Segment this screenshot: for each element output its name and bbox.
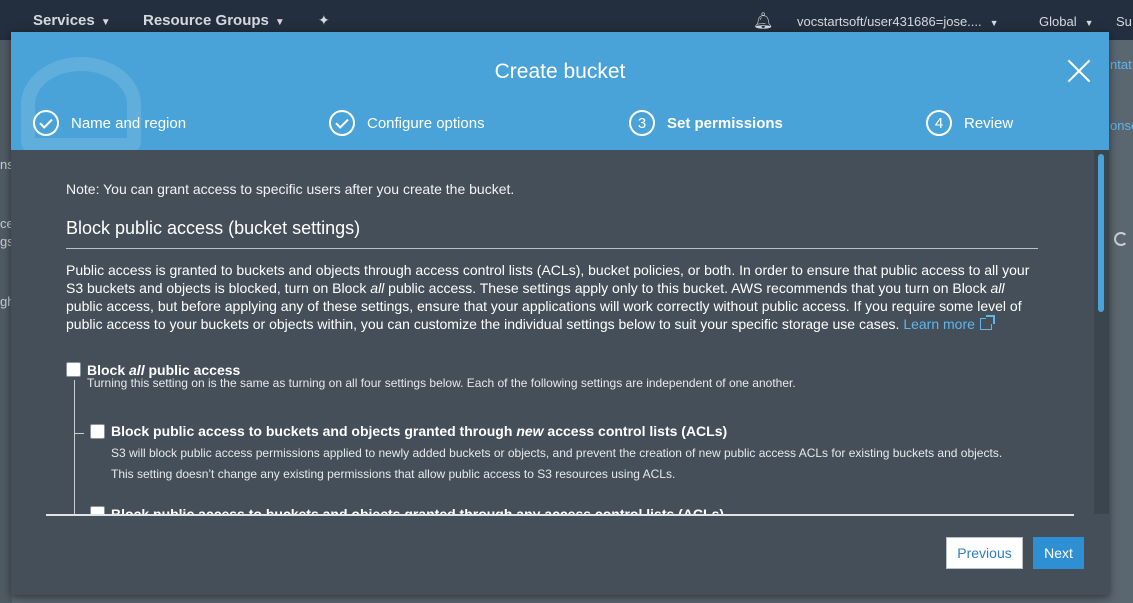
dialog-scrollbar[interactable] bbox=[1094, 150, 1109, 514]
step-label: Configure options bbox=[367, 114, 485, 132]
region-menu[interactable]: Global ▼ bbox=[1039, 14, 1094, 29]
chevron-down-icon: ▼ bbox=[274, 17, 285, 28]
services-menu[interactable]: Services ▼ bbox=[33, 12, 111, 29]
refresh-icon bbox=[1114, 232, 1128, 246]
external-link-icon bbox=[979, 315, 995, 330]
create-bucket-dialog: Create bucket Name and region Configure … bbox=[11, 32, 1109, 595]
block-all-checkbox[interactable] bbox=[66, 362, 81, 377]
section-divider bbox=[66, 248, 1038, 249]
previous-button[interactable]: Previous bbox=[946, 537, 1023, 569]
block-new-acls-label: Block public access to buckets and objec… bbox=[111, 423, 727, 439]
description-line: This setting doesn’t change any existing… bbox=[111, 467, 676, 481]
background-link-fragment: onso bbox=[1110, 118, 1133, 133]
account-menu[interactable]: vocstartsoft/user431686=jose.... ▼ bbox=[797, 14, 999, 29]
section-title: Block public access (bucket settings) bbox=[66, 218, 361, 238]
block-new-acls-checkbox[interactable] bbox=[90, 424, 105, 439]
access-note: Note: You can grant access to specific u… bbox=[66, 181, 515, 197]
description-line: S3 will block public access permissions … bbox=[111, 446, 1003, 460]
learn-more-link[interactable]: Learn more bbox=[903, 315, 995, 332]
account-label: vocstartsoft/user431686=jose.... bbox=[797, 14, 982, 29]
resource-groups-label: Resource Groups bbox=[143, 12, 269, 29]
dialog-body: Note: You can grant access to specific u… bbox=[11, 150, 1094, 514]
step-number: 3 bbox=[629, 110, 655, 136]
public-access-description: Public access is granted to buckets and … bbox=[66, 261, 1041, 333]
next-button[interactable]: Next bbox=[1033, 537, 1084, 569]
services-label: Services bbox=[33, 12, 95, 29]
support-menu[interactable]: Su bbox=[1116, 14, 1132, 29]
background-link-fragment: ntat bbox=[1110, 57, 1132, 72]
option-text: access control lists (ACLs) bbox=[543, 423, 728, 439]
step-name-and-region[interactable]: Name and region bbox=[33, 110, 186, 136]
block-any-acls-label: Block public access to buckets and objec… bbox=[111, 506, 725, 514]
learn-more-label: Learn more bbox=[903, 316, 975, 332]
check-circle-icon bbox=[33, 110, 59, 136]
body-bottom-divider bbox=[46, 514, 1074, 516]
description-emphasis: all bbox=[370, 280, 385, 296]
check-circle-icon bbox=[329, 110, 355, 136]
bell-icon[interactable]: 🔔︎ bbox=[753, 11, 773, 31]
chevron-down-icon: ▼ bbox=[100, 17, 111, 28]
resource-groups-menu[interactable]: Resource Groups ▼ bbox=[143, 12, 285, 29]
step-number: 4 bbox=[926, 110, 952, 136]
description-emphasis: all bbox=[990, 280, 1005, 296]
close-icon[interactable] bbox=[1066, 58, 1092, 84]
region-label: Global bbox=[1039, 14, 1077, 29]
dialog-header: Create bucket Name and region Configure … bbox=[11, 32, 1109, 150]
chevron-down-icon: ▼ bbox=[1084, 18, 1094, 28]
step-label: Name and region bbox=[71, 114, 187, 132]
scrollbar-thumb[interactable] bbox=[1098, 154, 1104, 312]
step-configure-options[interactable]: Configure options bbox=[329, 110, 485, 136]
description-text: public access. These settings apply only… bbox=[384, 280, 991, 296]
step-set-permissions[interactable]: 3 Set permissions bbox=[629, 110, 783, 136]
option-text: Block public access to buckets and objec… bbox=[111, 423, 517, 439]
block-all-description: Turning this setting on is the same as t… bbox=[87, 376, 796, 390]
step-label: Set permissions bbox=[667, 114, 783, 132]
block-new-acls-description: S3 will block public access permissions … bbox=[111, 443, 1002, 485]
chevron-down-icon: ▼ bbox=[989, 18, 999, 28]
tree-branch bbox=[74, 433, 84, 434]
pin-icon[interactable]: ✦ bbox=[318, 12, 330, 29]
description-text: public access, but before applying any o… bbox=[66, 298, 1022, 332]
option-emphasis: new bbox=[516, 423, 544, 439]
step-review[interactable]: 4 Review bbox=[926, 110, 1013, 136]
step-label: Review bbox=[964, 114, 1014, 132]
tree-line bbox=[74, 380, 75, 514]
block-any-acls-checkbox[interactable] bbox=[90, 506, 105, 514]
dialog-title: Create bucket bbox=[494, 60, 626, 83]
